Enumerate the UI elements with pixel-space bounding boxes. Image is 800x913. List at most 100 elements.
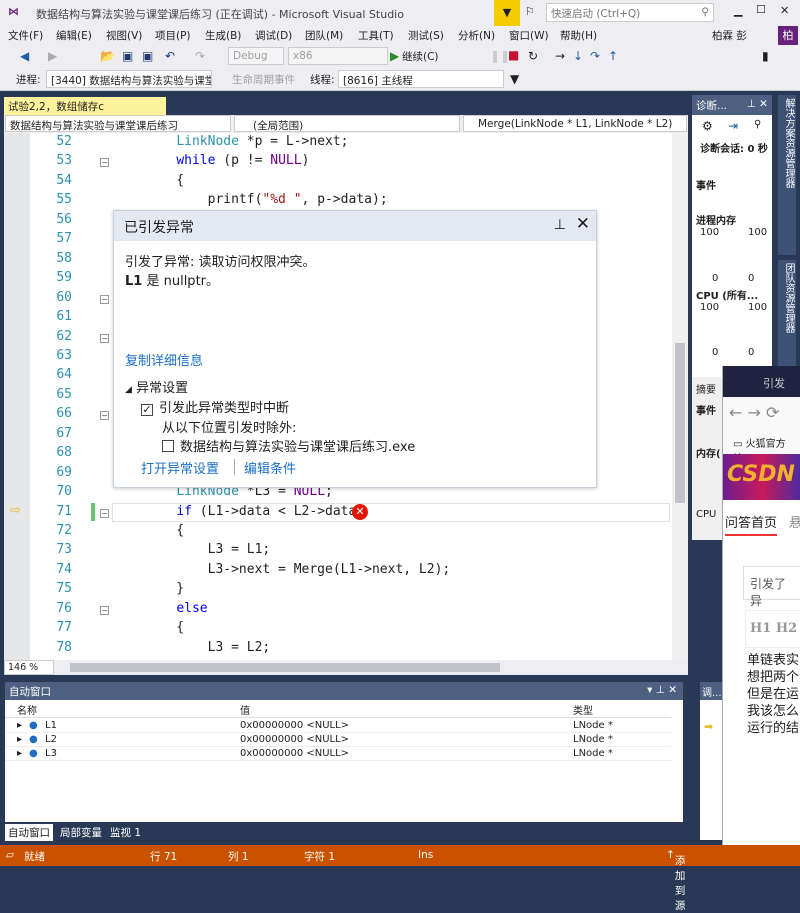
fold-toggle-icon[interactable]: − <box>100 158 109 167</box>
code-line[interactable]: { <box>145 620 184 635</box>
tab-watch-1[interactable]: 监视 1 <box>107 824 144 841</box>
summary-tab[interactable]: 摘要 <box>696 381 716 396</box>
show-next-statement-icon[interactable]: → <box>555 48 565 64</box>
menu-project[interactable]: 项目(P) <box>155 28 191 43</box>
open-exception-settings-link[interactable]: 打开异常设置 <box>141 458 219 477</box>
autos-row[interactable]: ▸ ● L1 0x00000000 <NULL> LNode * <box>5 719 671 733</box>
column-value[interactable]: 值 <box>240 702 250 717</box>
edit-conditions-link[interactable]: 编辑条件 <box>244 458 296 477</box>
forward-icon[interactable]: → <box>748 403 761 422</box>
back-icon[interactable]: ← <box>729 403 742 422</box>
menu-team[interactable]: 团队(M) <box>305 28 343 43</box>
notification-filter-icon[interactable]: ▼ <box>494 0 520 26</box>
settings-icon[interactable]: ⚙ <box>702 119 713 133</box>
thread-dropdown[interactable]: [8616] 主线程 <box>338 70 504 88</box>
open-file-icon[interactable]: 📂 <box>100 48 115 64</box>
lifecycle-events-button[interactable]: 生命周期事件 <box>232 72 295 87</box>
fold-toggle-icon[interactable]: − <box>100 295 109 304</box>
checkbox-unchecked-icon[interactable] <box>162 440 174 452</box>
tab-autos[interactable]: 自动窗口 <box>5 824 53 841</box>
fold-toggle-icon[interactable]: − <box>100 334 109 343</box>
column-type[interactable]: 类型 <box>573 702 593 717</box>
menu-edit[interactable]: 编辑(E) <box>56 28 92 43</box>
function-dropdown[interactable]: Merge(LinkNode * L1, LinkNode * L2) <box>463 115 687 132</box>
continue-button[interactable]: 继续(C) <box>402 49 439 64</box>
menu-test[interactable]: 测试(S) <box>408 28 444 43</box>
project-dropdown[interactable]: 数据结构与算法实验与课堂课后练习 <box>5 115 231 132</box>
horizontal-scrollbar-thumb[interactable] <box>70 663 500 672</box>
question-body[interactable]: 单链表实 想把两个 但是在运 我该怎么 运行的结 <box>747 652 799 737</box>
add-to-source-control[interactable]: ↑ 添加到源 <box>666 849 685 912</box>
vertical-scrollbar[interactable] <box>672 133 688 660</box>
step-into-icon[interactable]: ↓ <box>573 48 583 64</box>
close-popup-button[interactable]: ✕ <box>576 214 590 234</box>
feedback-icon[interactable]: ⚐ <box>525 5 535 18</box>
menu-help[interactable]: 帮助(H) <box>560 28 597 43</box>
tab-locals[interactable]: 局部变量 <box>57 824 105 841</box>
checkbox-checked-icon[interactable]: ✓ <box>141 404 153 416</box>
forward-icon[interactable]: ▶ <box>48 48 57 64</box>
break-on-exception-checkbox[interactable]: ✓ 引发此异常类型时中断 <box>141 397 289 416</box>
autos-window-controls[interactable]: ▾ ⊥ ✕ <box>647 684 677 696</box>
pin-icon[interactable]: ⊥ <box>554 217 566 233</box>
indicator-margin[interactable] <box>4 133 30 660</box>
tab-document[interactable]: 试验2,2，数组储存c版.cpp⊣✕ <box>4 97 166 128</box>
redo-icon[interactable]: ↷ <box>195 48 205 64</box>
menu-debug[interactable]: 调试(D) <box>255 28 292 43</box>
question-title-input[interactable]: 引发了异 <box>743 566 800 608</box>
step-out-icon[interactable]: ↑ <box>608 48 618 64</box>
config-dropdown[interactable]: Debug <box>228 47 284 65</box>
quick-launch-input[interactable]: 快速启动 (Ctrl+Q) ⚲ <box>546 3 714 22</box>
copy-details-link[interactable]: 复制详细信息 <box>125 350 203 369</box>
fold-toggle-icon[interactable]: − <box>100 411 109 420</box>
code-line[interactable]: } <box>145 581 184 596</box>
menu-tools[interactable]: 工具(T) <box>358 28 394 43</box>
back-icon[interactable]: ◀ <box>20 48 29 64</box>
expand-icon[interactable]: ▸ <box>17 734 22 745</box>
editor-toolbar[interactable]: H1 H2 <box>745 610 800 648</box>
diagnostics-controls[interactable]: ⊥ ✕ <box>747 98 768 110</box>
browser-tab[interactable]: 引发 <box>763 375 785 391</box>
menu-build[interactable]: 生成(B) <box>205 28 241 43</box>
step-over-icon[interactable]: ↷ <box>590 48 600 64</box>
code-line[interactable]: printf("%d ", p->data); <box>145 192 388 207</box>
expand-icon[interactable]: ▸ <box>17 748 22 759</box>
close-button[interactable]: ✕ <box>780 4 789 17</box>
autos-row[interactable]: ▸ ● L2 0x00000000 <NULL> LNode * <box>5 733 671 747</box>
zoom-icon[interactable]: ⚲ <box>754 119 761 130</box>
scrollbar-thumb[interactable] <box>675 343 685 503</box>
code-line[interactable]: { <box>145 173 184 188</box>
expand-icon[interactable]: ▸ <box>17 720 22 731</box>
code-line[interactable]: L3 = L1; <box>145 542 271 557</box>
filter-icon[interactable]: ▼ <box>510 71 519 87</box>
exclude-exe-checkbox[interactable]: 数据结构与算法实验与课堂课后练习.exe <box>162 436 415 455</box>
code-line[interactable]: L3->next = Merge(L1->next, L2); <box>145 562 451 577</box>
user-avatar[interactable]: 柏 <box>778 26 798 45</box>
restart-icon[interactable]: ↻ <box>528 48 538 64</box>
fold-toggle-icon[interactable]: − <box>100 606 109 615</box>
column-name[interactable]: 名称 <box>17 702 37 717</box>
menu-analyze[interactable]: 分析(N) <box>458 28 495 43</box>
events-label[interactable]: 事件 <box>696 177 716 192</box>
cpu-label[interactable]: CPU (所有... <box>696 287 758 302</box>
select-tools-icon[interactable]: ⇥ <box>728 119 738 133</box>
menu-view[interactable]: 视图(V) <box>106 28 142 43</box>
stop-icon[interactable]: ■ <box>508 47 519 63</box>
menu-window[interactable]: 窗口(W) <box>509 28 549 43</box>
code-line[interactable]: { <box>145 523 184 538</box>
save-icon[interactable]: ▣ <box>122 48 133 64</box>
code-line[interactable]: else <box>145 601 207 616</box>
minimize-button[interactable]: ▁ <box>734 4 742 17</box>
autos-row[interactable]: ▸ ● L3 0x00000000 <NULL> LNode * <box>5 747 671 761</box>
solution-explorer-tab[interactable]: 解决方案资源管理器 <box>778 95 796 255</box>
code-line[interactable]: LinkNode *p = L->next; <box>145 134 348 149</box>
reload-icon[interactable]: ⟳ <box>766 403 779 422</box>
process-dropdown[interactable]: [3440] 数据结构与算法实验与课堂 <box>46 70 212 88</box>
bookmark-item[interactable]: ▭ 火狐官方站 <box>723 430 800 465</box>
maximize-button[interactable]: ☐ <box>756 3 766 16</box>
menu-file[interactable]: 文件(F) <box>8 28 43 43</box>
scope-dropdown[interactable]: (全局范围) <box>234 115 460 132</box>
continue-icon[interactable]: ▶ <box>390 48 399 64</box>
fold-toggle-icon[interactable]: − <box>100 509 109 518</box>
collapse-triangle-icon[interactable]: ◢ <box>125 385 132 395</box>
